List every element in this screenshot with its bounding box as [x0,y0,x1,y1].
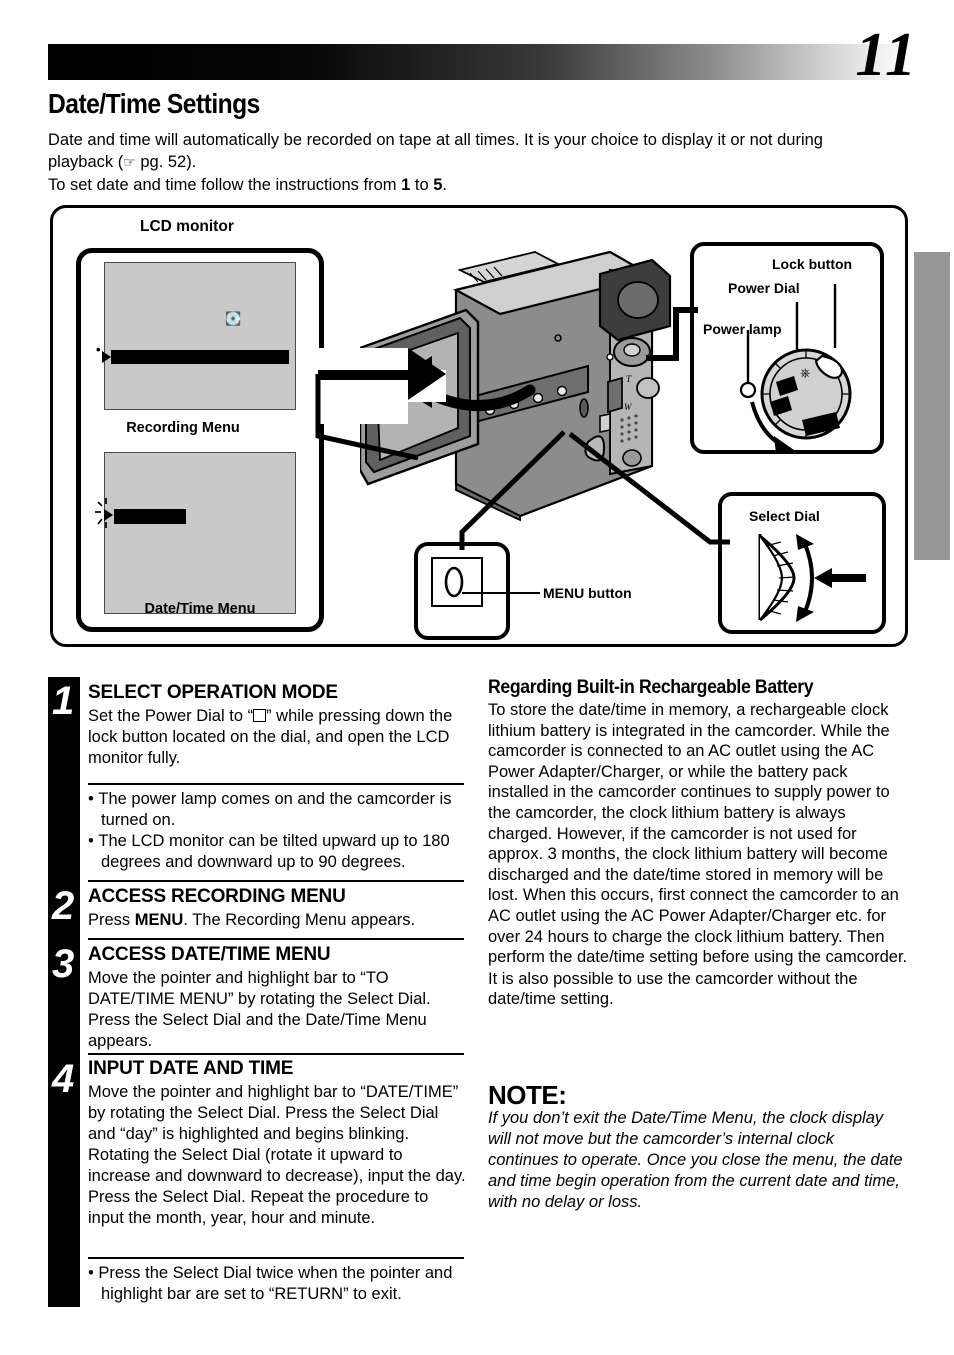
step-2-body-post: . The Recording Menu appears. [183,911,416,929]
white-square-icon [253,709,267,722]
date-time-menu-caption: Date/Time Menu [144,601,256,617]
tape-cassette-icon: 💽 [225,312,242,327]
blink-marks-icon [95,498,107,528]
battery-paragraph-2: It is also possible to use the camcorder… [488,969,858,1009]
step-1-divider [88,783,464,785]
edge-thumb-tab [914,252,950,560]
lcd-connector-line [300,348,446,460]
intro-line-3-end: . [442,176,447,194]
intro-paragraph: Date and time will automatically be reco… [48,129,910,196]
menu-button-pointer-line [459,430,566,550]
list-item: • The power lamp comes on and the camcor… [88,790,452,829]
note-body: If you don’t exit the Date/Time Menu, th… [488,1109,903,1211]
step-1-bullet-2: The LCD monitor can be tilted upward up … [98,832,450,871]
step-2-body-pre: Press [88,911,135,929]
step-2-divider [88,880,464,882]
select-dial-diagram [758,534,866,622]
recording-menu-pointer-icon [102,351,111,363]
right-column: Regarding Built-in Rechargeable Battery … [488,677,908,1010]
note-heading: NOTE: [488,1080,567,1110]
date-time-menu-highlight-bar [114,509,186,524]
step-number-sidebar [48,677,80,1307]
step-number-3: 3 [52,942,75,986]
step-4-divider [88,1053,464,1055]
step-2: ACCESS RECORDING MENU Press MENU. The Re… [88,886,466,931]
step-2-body: Press MENU. The Recording Menu appears. [88,910,466,931]
intro-line-2-prefix: playback ( [48,153,124,171]
intro-step-from: 1 [401,176,411,194]
step-2-menu-keyword: MENU [134,911,184,929]
recording-menu-screen [104,262,296,410]
step-2-title: ACCESS RECORDING MENU [88,886,346,907]
step-number-2: 2 [52,884,75,928]
intro-line-3-prefix: To set date and time follow the instruct… [48,176,402,194]
intro-line-1: Date and time will automatically be reco… [48,131,823,149]
recording-menu-highlight-bar [111,350,289,364]
step-4-bullets: • Press the Select Dial twice when the p… [88,1263,466,1305]
menu-button-diagram [431,557,483,607]
page-title: Date/Time Settings [48,88,260,119]
step-1-body: Set the Power Dial to “” while pressing … [88,706,466,769]
recording-menu-caption: Recording Menu [126,420,240,436]
select-dial-leader-line [568,432,730,545]
header-gradient-bar [48,44,906,80]
power-dial-leader-line [646,307,698,361]
battery-section-heading: Regarding Built-in Rechargeable Battery [488,677,814,698]
manual-page: 11 Date/Time Settings Date and time will… [0,0,954,1355]
svg-text:⎈: ⎈ [800,366,810,381]
intro-line-3-mid: to [410,176,434,194]
step-4-bullet-1: Press the Select Dial twice when the poi… [98,1264,453,1303]
lcd-monitor-label: LCD monitor [140,218,234,235]
battery-paragraph-1: To store the date/time in memory, a rech… [488,701,908,967]
step-number-1: 1 [52,679,75,723]
step-1-bullets: • The power lamp comes on and the camcor… [88,789,466,873]
step-4-body: Move the pointer and highlight bar to “D… [88,1083,466,1227]
step-3-body: Move the pointer and highlight bar to “T… [88,969,431,1050]
step-number-4: 4 [52,1057,75,1101]
menu-button-leader-line [462,592,540,594]
step-1-body-pre: Set the Power Dial to “ [88,707,254,725]
list-item: • The LCD monitor can be tilted upward u… [88,832,450,871]
menu-button-label: MENU button [543,585,632,601]
step-3: ACCESS DATE/TIME MENU Move the pointer a… [88,944,466,1052]
pointing-hand-icon: ☞ [123,155,136,171]
page-number: 11 [855,21,918,89]
step-4: INPUT DATE AND TIME Move the pointer and… [88,1058,466,1229]
step-4-title: INPUT DATE AND TIME [88,1058,294,1079]
step-1: SELECT OPERATION MODE Set the Power Dial… [88,682,466,769]
step-1-title: SELECT OPERATION MODE [88,682,338,703]
list-item: • Press the Select Dial twice when the p… [88,1264,453,1303]
date-time-menu-screen [104,452,296,614]
power-dial-diagram: ⎈ [739,284,852,454]
blink-mark-top-a: • [96,342,101,357]
step-1-bullet-1: The power lamp comes on and the camcorde… [98,790,452,829]
step-4-bullet-divider [88,1257,464,1259]
step-3-divider [88,938,464,940]
step-3-title: ACCESS DATE/TIME MENU [88,944,331,965]
intro-page-reference: pg. 52). [135,153,197,171]
